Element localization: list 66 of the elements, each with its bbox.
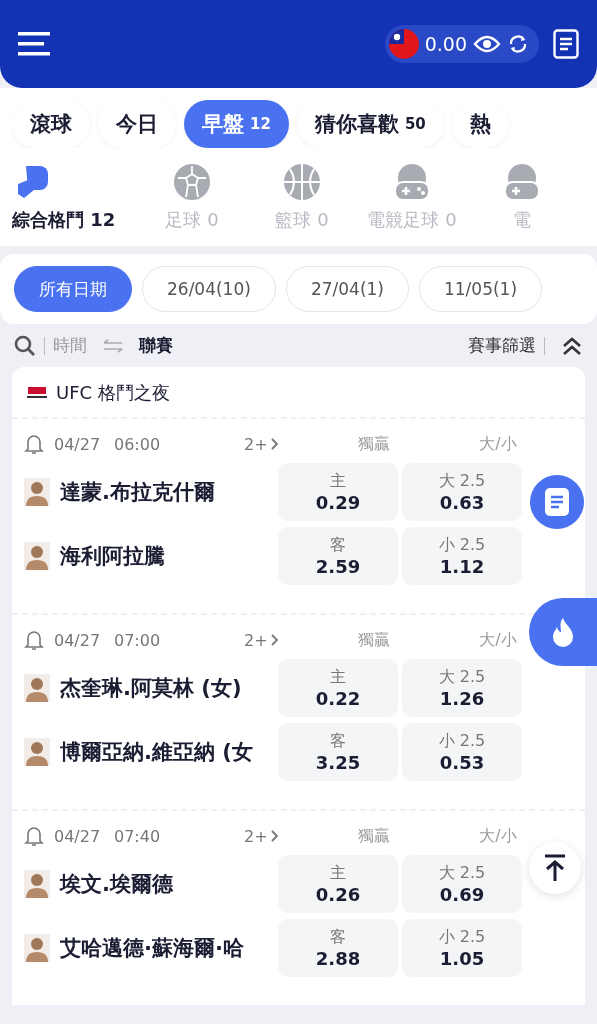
bell-icon[interactable] xyxy=(24,629,44,651)
odds-button[interactable]: 主 0.22 xyxy=(278,659,398,717)
chevron-right-icon xyxy=(270,633,279,646)
match-time: 06:00 xyxy=(114,434,162,454)
odds-button[interactable]: 小 2.5 0.53 xyxy=(402,723,522,781)
balance-amount: 0.00 xyxy=(424,33,467,55)
date-chip[interactable]: 所有日期 xyxy=(14,266,132,312)
odds-button[interactable]: 客 2.88 xyxy=(278,919,398,977)
market-header: 獨贏 xyxy=(358,825,390,847)
match-date: 04/27 xyxy=(54,826,102,846)
market-header: 大/小 xyxy=(479,629,517,651)
refresh-icon[interactable] xyxy=(507,33,529,55)
bell-icon[interactable] xyxy=(24,825,44,847)
odds-button[interactable]: 大 2.5 0.63 xyxy=(402,463,522,521)
more-markets-link[interactable]: 2+ xyxy=(244,434,312,454)
odds-button[interactable]: 主 0.26 xyxy=(278,855,398,913)
flag-icon xyxy=(388,29,419,59)
arrow-up-icon xyxy=(543,854,567,882)
category-tab[interactable]: 猜你喜歡 50 xyxy=(296,100,444,148)
category-tab[interactable]: 早盤 12 xyxy=(184,100,289,148)
odds-button[interactable]: 客 2.59 xyxy=(278,527,398,585)
collapse-icon[interactable] xyxy=(561,335,583,356)
market-header: 獨贏 xyxy=(358,433,390,455)
sort-option[interactable]: 聯賽 xyxy=(139,334,173,357)
odds-button[interactable]: 主 0.29 xyxy=(278,463,398,521)
odds-button[interactable]: 大 2.5 1.26 xyxy=(402,659,522,717)
match-time: 07:00 xyxy=(114,630,162,650)
league-logo-icon xyxy=(26,386,48,400)
market-header: 大/小 xyxy=(479,825,517,847)
more-markets-link[interactable]: 2+ xyxy=(244,630,312,650)
chevron-right-icon xyxy=(270,829,279,842)
match-date: 04/27 xyxy=(54,434,102,454)
fighter-name: 埃文.埃爾德 xyxy=(60,871,173,898)
odds-button[interactable]: 大 2.5 0.69 xyxy=(402,855,522,913)
date-chip[interactable]: 11/05(1) xyxy=(418,266,543,312)
odds-button[interactable]: 小 2.5 1.12 xyxy=(402,527,522,585)
more-markets-link[interactable]: 2+ xyxy=(244,826,312,846)
filter-button[interactable]: 賽事篩選 xyxy=(468,334,536,357)
date-chip[interactable]: 26/04(10) xyxy=(142,266,276,312)
category-tab[interactable]: 今日 xyxy=(98,100,176,148)
flame-icon xyxy=(551,617,575,647)
basketball-icon xyxy=(282,162,322,202)
fighter-name: 杰奎琳.阿莫林 (女) xyxy=(60,675,242,702)
document-icon[interactable] xyxy=(553,29,579,59)
match-date: 04/27 xyxy=(54,630,102,650)
odds-button[interactable]: 客 3.25 xyxy=(278,723,398,781)
fighter-name: 博爾亞納.維亞納 (女 xyxy=(60,739,253,766)
date-chip[interactable]: 27/04(1) xyxy=(285,266,409,312)
fighter-name: 艾哈邁德·蘇海爾·哈 xyxy=(60,935,244,962)
league-name: UFC 格鬥之夜 xyxy=(56,381,170,405)
fighter-name: 海利阿拉騰 xyxy=(60,543,165,570)
soccer-ball-icon xyxy=(172,162,212,202)
fighter-name: 達蒙.布拉克什爾 xyxy=(60,479,215,506)
match-time: 07:40 xyxy=(114,826,162,846)
chevron-right-icon xyxy=(270,437,279,450)
menu-icon[interactable] xyxy=(18,31,50,57)
bell-icon[interactable] xyxy=(24,433,44,455)
eye-icon[interactable] xyxy=(473,34,501,54)
category-tab[interactable]: 熱 xyxy=(451,100,509,148)
category-tab[interactable]: 滾球 xyxy=(12,100,90,148)
hot-button[interactable] xyxy=(529,598,597,666)
document-icon xyxy=(545,488,569,516)
market-header: 大/小 xyxy=(479,433,517,455)
search-icon[interactable] xyxy=(14,334,36,357)
market-header: 獨贏 xyxy=(358,629,390,651)
odds-button[interactable]: 小 2.5 1.05 xyxy=(402,919,522,977)
